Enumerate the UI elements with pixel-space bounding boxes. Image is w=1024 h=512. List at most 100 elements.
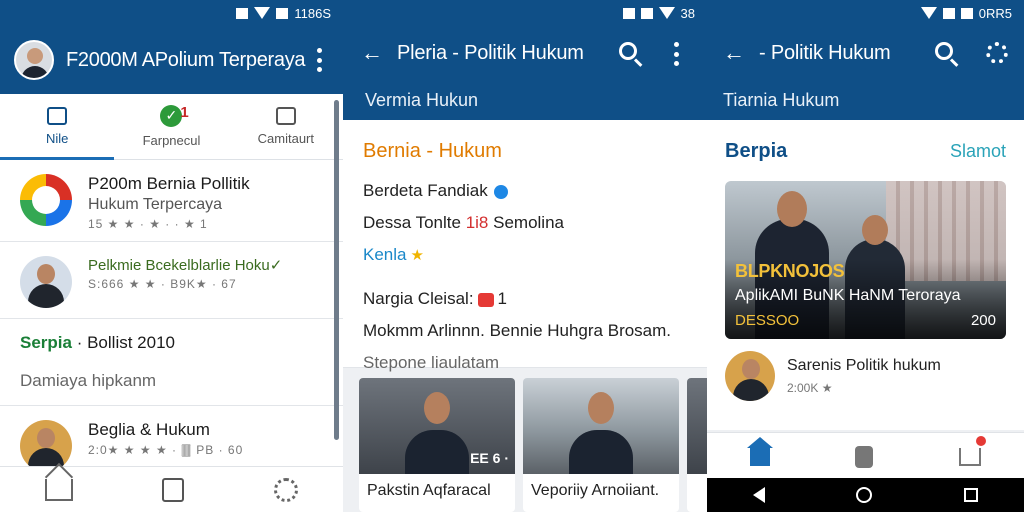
line-highlight: 1i8 xyxy=(465,213,489,232)
bookmark-icon[interactable] xyxy=(162,477,185,502)
link-text: Kenla xyxy=(363,245,407,264)
system-back-icon[interactable] xyxy=(752,487,765,503)
hero-title: AplikAMI BuNK HaNM Teroraya xyxy=(735,287,961,304)
hero-kicker: BLPKNOJOS xyxy=(735,261,845,281)
wifi-icon xyxy=(658,7,675,19)
news-list: P200m Bernia Pollitik Hukum Terpercaya 1… xyxy=(0,160,343,483)
status-time: 1186S xyxy=(294,5,331,21)
list-item[interactable]: Pelkmie Bcekelblarlie Hoku✓ S:666 ★ ★ · … xyxy=(0,242,343,319)
system-home-icon[interactable] xyxy=(856,487,873,503)
author-name: Berdeta Fandiak xyxy=(363,181,488,200)
news-photo: EE 6 · xyxy=(359,378,515,474)
search-icon[interactable] xyxy=(619,42,637,60)
item-subtitle: Hukum Terpercaya xyxy=(88,196,222,213)
section-title-rest: · Bollist 2010 xyxy=(71,333,175,352)
system-recents-icon[interactable] xyxy=(964,488,979,502)
tab-label: Camitaurt xyxy=(257,131,314,146)
battery-icon xyxy=(960,7,973,19)
page-title: Pleria - Politik Hukum xyxy=(397,41,584,64)
tab-label: Farpnecul xyxy=(142,133,201,148)
back-arrow-icon[interactable]: ← xyxy=(723,40,747,66)
bottom-nav xyxy=(707,432,1024,480)
page-subtitle: Tiarnia Hukum xyxy=(723,89,840,110)
status-bar: 1186S xyxy=(0,0,343,26)
more-menu-icon[interactable] xyxy=(316,48,322,72)
app-bar: F2000M APolium Terperaya xyxy=(0,26,343,94)
article-link[interactable]: Kenla ★ xyxy=(363,245,687,265)
news-card-partial[interactable] xyxy=(687,378,707,512)
home-icon[interactable] xyxy=(44,478,73,501)
list-item[interactable]: Sarenis Politik hukum 2:00K ★ xyxy=(725,351,1006,401)
tab-bar: Nile 1 Farpnecul Camitaurt xyxy=(0,94,343,160)
system-nav-bar xyxy=(707,478,1024,512)
hero-image[interactable]: BLPKNOJOS AplikAMI BuNK HaNM Teroraya DE… xyxy=(725,181,1006,339)
see-all-link[interactable]: Slamot xyxy=(950,141,1006,162)
verified-icon xyxy=(493,184,508,199)
profile-avatar[interactable] xyxy=(14,40,54,80)
tab-badge: 1 xyxy=(180,104,189,121)
back-arrow-icon[interactable]: ← xyxy=(361,40,385,66)
hero-meta-left: DESSOO xyxy=(735,312,800,329)
settings-icon[interactable] xyxy=(274,477,299,502)
item-title: Beglia & Hukum xyxy=(88,420,210,439)
section-header[interactable]: Serpia · Bollist 2010 Damiaya hipkanm xyxy=(0,319,343,406)
status-time: 38 xyxy=(680,5,695,21)
line-text: Nargia Cleisal: xyxy=(363,289,474,308)
home-icon[interactable] xyxy=(746,436,773,466)
item-title: Sarenis Politik hukum xyxy=(787,357,941,374)
featured-card: Berpia Slamot BLPKNOJOS AplikAMI BuNK Ha… xyxy=(707,120,1024,430)
tab-home[interactable]: Nile xyxy=(0,94,115,160)
article-line: Dessa Tonlte 1i8 Semolina xyxy=(363,213,687,233)
section-title-green: Serpia xyxy=(20,333,72,352)
person-thumbnail xyxy=(725,351,775,401)
status-bar: 0RR5 xyxy=(707,0,1024,26)
line-text: Dessa Tonlte xyxy=(363,213,466,232)
tab-calendar[interactable]: Camitaurt xyxy=(229,94,343,159)
more-menu-icon[interactable] xyxy=(673,42,679,66)
article-heading: Bernia - Hukum xyxy=(363,140,502,162)
scrollbar[interactable] xyxy=(334,100,339,440)
bluetooth-icon xyxy=(236,7,249,19)
section-title: Serpia · Bollist 2010 xyxy=(20,333,323,353)
news-card[interactable]: EE 6 · Pakstin Aqfaracal xyxy=(359,378,515,512)
article-card[interactable]: Bernia - Hukum Berdeta Fandiak Dessa Ton… xyxy=(343,120,707,372)
status-bar: 38 xyxy=(343,0,707,26)
page-title: - Politik Hukum xyxy=(759,41,891,64)
document-icon[interactable] xyxy=(855,445,874,468)
news-card[interactable]: Veporiiy Arnoiiant. xyxy=(523,378,679,512)
news-caption: Veporiiy Arnoiiant. xyxy=(531,482,660,499)
bluetooth-icon xyxy=(622,7,635,19)
cart-notification-icon[interactable] xyxy=(959,435,987,466)
item-title: Pelkmie Bcekelblarlie Hoku✓ xyxy=(88,257,283,274)
news-photo xyxy=(523,378,679,474)
news-caption: Pakstin Aqfaracal xyxy=(367,482,491,499)
article-line: Mokmm Arlinnn. Bennie Huhgra Brosam. xyxy=(363,321,672,340)
app-title: F2000M APolium Terperaya xyxy=(66,48,306,71)
list-item[interactable]: P200m Bernia Pollitik Hukum Terpercaya 1… xyxy=(0,160,343,242)
signal-icon xyxy=(942,7,955,19)
line-text: 1 xyxy=(497,289,508,308)
check-badge-icon xyxy=(160,105,183,127)
settings-icon[interactable] xyxy=(986,42,1008,64)
article-meta: Stepone liaulatam xyxy=(363,353,500,372)
app-bar: ← Pleria - Politik Hukum Vermia Hukun xyxy=(343,26,707,120)
app-bar: ← - Politik Hukum Tiarnia Hukum xyxy=(707,26,1024,120)
app-logo-thumbnail xyxy=(20,174,72,226)
news-photo xyxy=(687,378,707,474)
section-subtitle: Damiaya hipkanm xyxy=(20,371,157,390)
person-thumbnail xyxy=(20,256,72,308)
item-meta: 2:00K ★ xyxy=(787,381,833,395)
wifi-icon xyxy=(920,7,937,19)
calendar-icon xyxy=(275,107,296,125)
search-icon[interactable] xyxy=(935,42,953,60)
sim-icon xyxy=(640,7,653,19)
news-carousel: EE 6 · Pakstin Aqfaracal Veporiiy Arnoii… xyxy=(359,378,707,512)
item-meta: S:666 ★ ★ · B9K★ · 67 xyxy=(88,277,237,291)
article-line: Nargia Cleisal: 1 xyxy=(363,289,687,309)
screen-home: 1186S F2000M APolium Terperaya Nile 1 Fa… xyxy=(0,0,343,512)
section-title: Berpia xyxy=(725,140,788,162)
item-title: P200m Bernia Pollitik xyxy=(88,174,250,193)
star-icon: ★ xyxy=(410,247,424,264)
tab-trending[interactable]: 1 Farpnecul xyxy=(114,94,228,159)
person-thumbnail xyxy=(20,420,72,472)
